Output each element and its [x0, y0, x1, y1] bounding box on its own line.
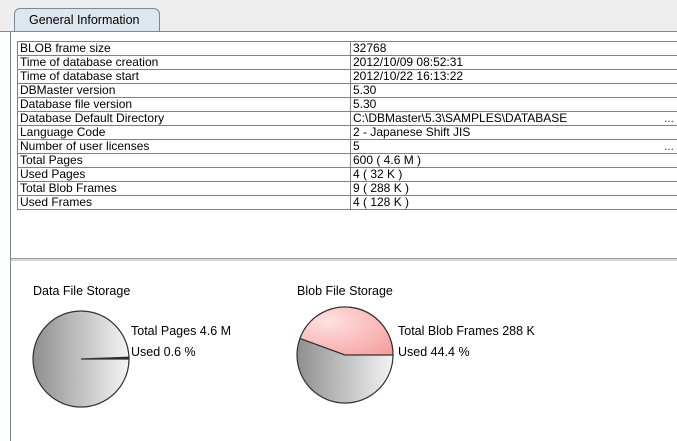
table-row: Used Pages 4 ( 32 K ) — [17, 167, 677, 182]
row-value: 9 ( 288 K ) — [350, 181, 677, 196]
row-value: 5 ... — [350, 139, 677, 154]
data-file-used-label: Used 0.6 % — [131, 345, 196, 359]
browse-directory-button[interactable]: ... — [664, 113, 674, 125]
table-row: Time of database creation 2012/10/09 08:… — [17, 55, 677, 70]
row-value: C:\DBMaster\5.3\SAMPLES\DATABASE ... — [350, 111, 677, 126]
row-name: Time of database creation — [17, 55, 351, 70]
table-row: Language Code 2 - Japanese Shift JIS — [17, 125, 677, 140]
row-value: 4 ( 32 K ) — [350, 167, 677, 182]
data-file-pie-chart — [32, 310, 130, 408]
row-name: Database Default Directory — [17, 111, 351, 126]
data-file-total-label: Total Pages 4.6 M — [131, 324, 232, 338]
info-table: BLOB frame size 32768 Time of database c… — [17, 41, 677, 210]
table-row: Time of database start 2012/10/22 16:13:… — [17, 69, 677, 84]
table-row: Used Frames 4 ( 128 K ) — [17, 195, 677, 210]
row-name: Database file version — [17, 97, 351, 112]
row-name: BLOB frame size — [17, 41, 351, 56]
row-value: 2012/10/09 08:52:31 — [350, 55, 677, 70]
row-value-text: 5 — [353, 139, 360, 153]
tab-general-information[interactable]: General Information — [14, 8, 160, 32]
row-name: Total Pages — [17, 153, 351, 168]
row-value: 5.30 — [350, 83, 677, 98]
row-name: Language Code — [17, 125, 351, 140]
table-row: Total Pages 600 ( 4.6 M ) — [17, 153, 677, 168]
blob-file-storage-title: Blob File Storage — [297, 284, 393, 298]
blob-file-total-label: Total Blob Frames 288 K — [398, 324, 535, 338]
row-value: 4 ( 128 K ) — [350, 195, 677, 210]
table-row: Number of user licenses 5 ... — [17, 139, 677, 154]
row-value: 2 - Japanese Shift JIS — [350, 125, 677, 140]
table-row: BLOB frame size 32768 — [17, 41, 677, 56]
row-value: 600 ( 4.6 M ) — [350, 153, 677, 168]
splitter[interactable] — [11, 258, 677, 261]
data-file-storage-title: Data File Storage — [33, 284, 131, 298]
row-value: 32768 — [350, 41, 677, 56]
row-value: 5.30 — [350, 97, 677, 112]
row-value: 2012/10/22 16:13:22 — [350, 69, 677, 84]
row-name: Time of database start — [17, 69, 351, 84]
table-row: DBMaster version 5.30 — [17, 83, 677, 98]
table-row: Database file version 5.30 — [17, 97, 677, 112]
blob-file-used-label: Used 44.4 % — [398, 345, 470, 359]
row-value-text: C:\DBMaster\5.3\SAMPLES\DATABASE — [353, 111, 568, 125]
blob-file-pie-chart — [296, 306, 394, 404]
row-name: DBMaster version — [17, 83, 351, 98]
row-name: Total Blob Frames — [17, 181, 351, 196]
table-row: Database Default Directory C:\DBMaster\5… — [17, 111, 677, 126]
row-name: Number of user licenses — [17, 139, 351, 154]
table-row: Total Blob Frames 9 ( 288 K ) — [17, 181, 677, 196]
tab-label: General Information — [29, 13, 140, 27]
edit-licenses-button[interactable]: ... — [664, 141, 674, 153]
row-name: Used Pages — [17, 167, 351, 182]
row-name: Used Frames — [17, 195, 351, 210]
